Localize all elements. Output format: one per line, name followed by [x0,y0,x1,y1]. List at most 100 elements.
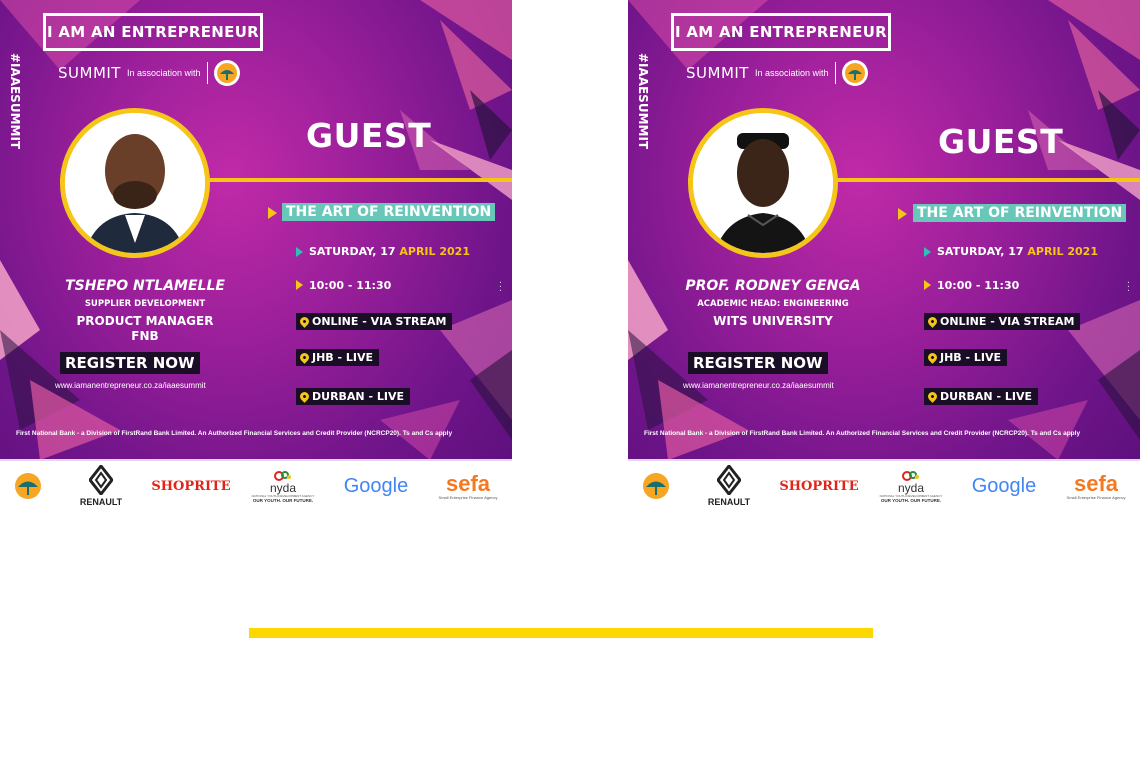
location-online: ONLINE - VIA STREAM [296,313,453,330]
guest-role-line2: WITS UNIVERSITY [713,314,833,328]
guest-heading: GUEST [938,122,1064,161]
fnb-logo-icon [213,60,240,86]
renault-text: RENAULT [79,497,123,507]
guest-portrait-icon [65,113,205,253]
summit-word: SUMMIT [686,64,749,82]
brand-title: I AM AN ENTREPRENEUR [674,23,888,41]
legal-disclaimer: First National Bank - a Division of Firs… [644,430,1081,437]
event-date: SATURDAY, 17 APRIL 2021 [309,245,470,258]
sponsor-renault: RENAULT [70,461,132,511]
date-day: SATURDAY, 17 [309,245,400,258]
topic-arrow-icon [898,208,907,220]
location-pin-icon [926,390,939,403]
sponsor-shoprite: SHOPRITE [150,461,232,511]
sefa-tagline: Small Enterprise Finance Agency [438,494,498,500]
dots-icon: · · · [1126,278,1130,297]
location-pin-icon [926,315,939,328]
topic-label: THE ART OF REINVENTION [282,203,496,221]
sefa-text: sefa [445,470,491,496]
sefa-tagline: Small Enterprise Finance Agency [1066,494,1126,500]
summit-row: SUMMIT In association with [686,60,868,86]
guest-photo [688,108,838,258]
summit-word: SUMMIT [58,64,121,82]
summit-brand-box: I AM AN ENTREPRENEUR [43,13,263,51]
date-month-year: APRIL 2021 [399,245,470,258]
guest-heading: GUEST [306,116,432,155]
location-pin-icon [298,390,311,403]
sponsor-strip: RENAULT SHOPRITE nyda NATIONAL YOUTH DEV… [628,459,1140,511]
event-poster-rodney: I AM AN ENTREPRENEUR SUMMIT In associati… [628,0,1140,511]
time-arrow-icon [296,280,303,290]
sponsor-strip: RENAULT SHOPRITE nyda NATIONAL YOUTH DEV… [0,459,512,511]
renault-diamond-icon [89,465,113,495]
location-durban-text: DURBAN - LIVE [312,390,404,403]
location-durban-text: DURBAN - LIVE [940,390,1032,403]
location-online-text: ONLINE - VIA STREAM [940,315,1075,328]
renault-diamond-icon [717,465,741,495]
divider [834,62,836,84]
topic-label: THE ART OF REINVENTION [913,204,1127,222]
sefa-text: sefa [1073,470,1119,496]
shoprite-text: SHOPRITE [151,478,231,494]
sponsor-fnb [638,461,674,511]
sponsor-fnb [10,461,46,511]
guest-portrait-icon [693,113,833,253]
location-online-text: ONLINE - VIA STREAM [312,315,447,328]
event-date: SATURDAY, 17 APRIL 2021 [937,245,1098,258]
nyda-text: nyda [269,480,297,495]
hashtag-text: #IAAESUMMIT [636,52,650,150]
summit-row: SUMMIT In association with [58,60,240,86]
location-jhb: JHB - LIVE [296,349,380,366]
time-arrow-icon [924,280,931,290]
guest-name: PROF. RODNEY GENGA [685,278,861,294]
location-pin-icon [298,315,311,328]
sponsor-sefa: sefa Small Enterprise Finance Agency [1060,461,1132,511]
location-jhb: JHB - LIVE [924,349,1008,366]
dots-icon: · · · [498,278,502,297]
guest-role-line1: ACADEMIC HEAD: ENGINEERING [697,299,849,309]
location-online: ONLINE - VIA STREAM [924,313,1081,330]
google-text: Google [971,474,1037,497]
google-text: Google [343,474,409,497]
sponsor-nyda: nyda NATIONAL YOUTH DEVELOPMENT AGENCY O… [248,461,318,511]
date-month-year: APRIL 2021 [1027,245,1098,258]
divider [206,62,208,84]
sponsor-google: Google [336,461,416,511]
guest-name: TSHEPO NTLAMELLE [65,278,225,294]
registration-url[interactable]: www.iamanentrepreneur.co.za/iaaesummit [55,381,206,390]
location-pin-icon [926,351,939,364]
date-arrow-icon [296,247,303,257]
date-day: SATURDAY, 17 [937,245,1028,258]
summit-brand-box: I AM AN ENTREPRENEUR [671,13,891,51]
date-arrow-icon [924,247,931,257]
sponsor-sefa: sefa Small Enterprise Finance Agency [432,461,504,511]
guest-photo [60,108,210,258]
guest-role-line3: FNB [131,329,159,343]
location-durban: DURBAN - LIVE [924,388,1038,405]
nyda-text: nyda [897,480,925,495]
guest-role-line1: SUPPLIER DEVELOPMENT [84,299,206,309]
fnb-tree-icon [15,473,41,499]
event-time: 10:00 - 11:30 [309,279,392,292]
shoprite-text: SHOPRITE [779,478,859,494]
registration-url[interactable]: www.iamanentrepreneur.co.za/iaaesummit [683,381,834,390]
hashtag-vertical: #IAAESUMMIT [632,42,654,160]
sponsor-shoprite: SHOPRITE [778,461,860,511]
sponsor-google: Google [964,461,1044,511]
sponsor-renault: RENAULT [698,461,760,511]
nyda-tagline: OUR YOUTH. OUR FUTURE. [880,497,942,503]
event-time: 10:00 - 11:30 [937,279,1020,292]
location-jhb-text: JHB - LIVE [312,351,374,364]
brand-title: I AM AN ENTREPRENEUR [46,23,260,41]
register-now-button[interactable]: REGISTER NOW [60,352,200,374]
event-poster-tshepo: I AM AN ENTREPRENEUR SUMMIT In associati… [0,0,512,511]
nyda-tagline: OUR YOUTH. OUR FUTURE. [252,497,314,503]
hashtag-text: #IAAESUMMIT [8,52,22,150]
fnb-logo-icon [841,60,868,86]
yellow-separator-bar [249,628,873,638]
renault-text: RENAULT [707,497,751,507]
association-text: In association with [754,68,829,78]
register-now-button[interactable]: REGISTER NOW [688,352,828,374]
association-text: In association with [126,68,201,78]
location-pin-icon [298,351,311,364]
